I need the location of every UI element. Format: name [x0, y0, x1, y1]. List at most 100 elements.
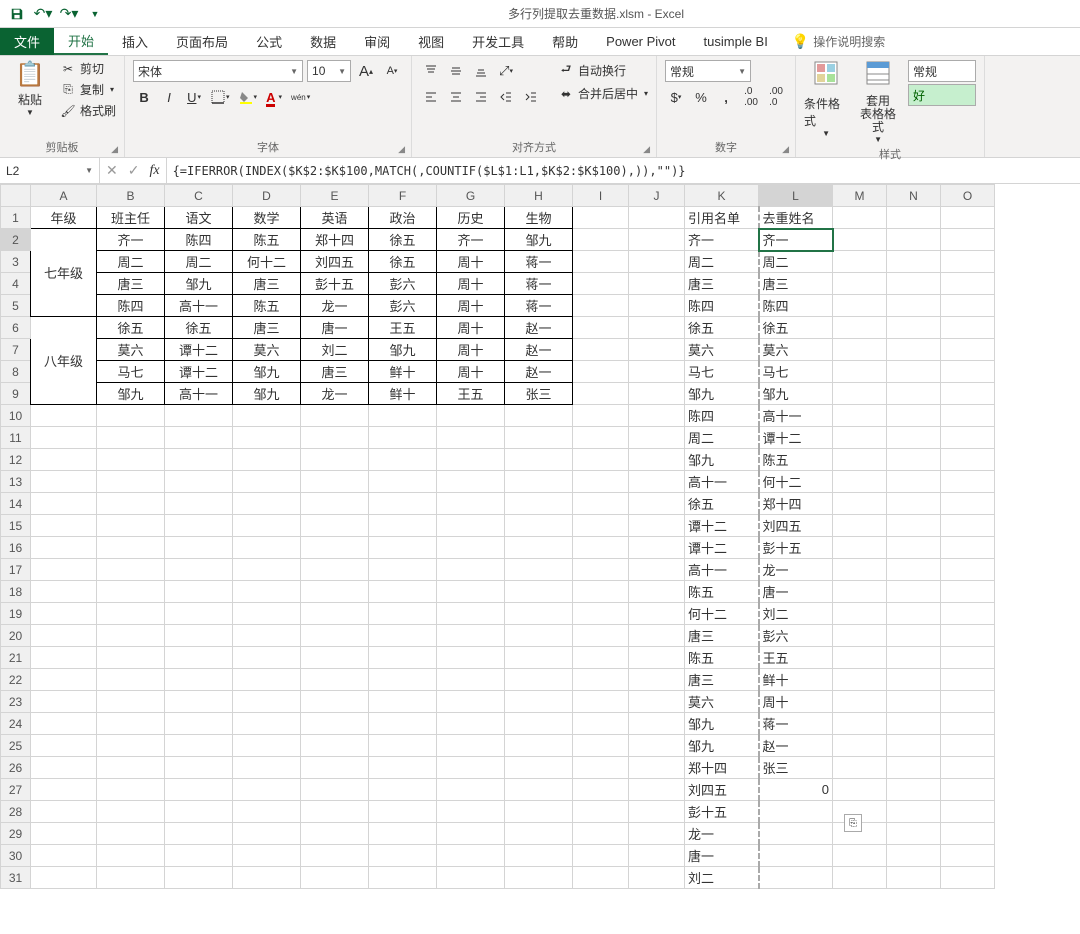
cell[interactable]: 赵一: [505, 317, 573, 339]
cell[interactable]: 莫六: [233, 339, 301, 361]
cell[interactable]: [833, 295, 887, 317]
cell[interactable]: [887, 295, 941, 317]
cell[interactable]: [573, 449, 629, 471]
cell[interactable]: [301, 537, 369, 559]
cell[interactable]: [97, 493, 165, 515]
cell[interactable]: [573, 603, 629, 625]
cell[interactable]: [505, 867, 573, 889]
cell[interactable]: 鲜十: [369, 361, 437, 383]
cell[interactable]: [165, 493, 233, 515]
cell[interactable]: [301, 559, 369, 581]
cell[interactable]: 周十: [437, 273, 505, 295]
cell[interactable]: 唐三: [685, 273, 759, 295]
style-normal[interactable]: 常规: [908, 60, 976, 82]
cell[interactable]: [437, 625, 505, 647]
cell[interactable]: [887, 207, 941, 229]
cell[interactable]: 张三: [505, 383, 573, 405]
cell[interactable]: [505, 581, 573, 603]
cell[interactable]: 蒋一: [759, 713, 833, 735]
cell[interactable]: [887, 383, 941, 405]
cell[interactable]: [97, 537, 165, 559]
tab-review[interactable]: 审阅: [350, 28, 404, 55]
cell[interactable]: [629, 317, 685, 339]
cell[interactable]: [505, 757, 573, 779]
cell[interactable]: [629, 207, 685, 229]
cell[interactable]: [887, 757, 941, 779]
column-header[interactable]: B: [97, 185, 165, 207]
cell[interactable]: 唐一: [759, 581, 833, 603]
cell[interactable]: [97, 823, 165, 845]
cell[interactable]: 谭十二: [165, 339, 233, 361]
cell[interactable]: [369, 471, 437, 493]
increase-decimal-button[interactable]: .0.00: [740, 86, 762, 108]
cell[interactable]: 徐五: [369, 229, 437, 251]
cell[interactable]: [505, 713, 573, 735]
cell[interactable]: [887, 273, 941, 295]
cell[interactable]: [887, 515, 941, 537]
cell[interactable]: [301, 449, 369, 471]
cell[interactable]: 唐一: [685, 845, 759, 867]
cell[interactable]: [573, 625, 629, 647]
cell[interactable]: [833, 625, 887, 647]
cell[interactable]: 周十: [759, 691, 833, 713]
cell[interactable]: [165, 779, 233, 801]
row-header[interactable]: 9: [1, 383, 31, 405]
cell[interactable]: [505, 493, 573, 515]
cell[interactable]: [505, 449, 573, 471]
cell[interactable]: [573, 845, 629, 867]
cell[interactable]: [887, 669, 941, 691]
cell[interactable]: [629, 823, 685, 845]
cell[interactable]: 龙一: [301, 295, 369, 317]
cell[interactable]: [759, 867, 833, 889]
name-box[interactable]: L2▼: [0, 158, 100, 183]
column-header[interactable]: L: [759, 185, 833, 207]
cell[interactable]: [573, 559, 629, 581]
cell[interactable]: [887, 735, 941, 757]
cell[interactable]: [505, 625, 573, 647]
cell[interactable]: 徐五: [97, 317, 165, 339]
cell[interactable]: [165, 669, 233, 691]
cell[interactable]: [301, 471, 369, 493]
cell[interactable]: [573, 273, 629, 295]
cell[interactable]: 刘二: [685, 867, 759, 889]
cell[interactable]: [629, 493, 685, 515]
cell[interactable]: [31, 735, 97, 757]
cell[interactable]: 莫六: [97, 339, 165, 361]
cell[interactable]: 鲜十: [369, 383, 437, 405]
cell[interactable]: [759, 823, 833, 845]
cell[interactable]: 邹九: [759, 383, 833, 405]
cell[interactable]: 鲜十: [759, 669, 833, 691]
cell[interactable]: [301, 669, 369, 691]
cell[interactable]: [887, 317, 941, 339]
cell[interactable]: [941, 515, 995, 537]
cell[interactable]: [505, 691, 573, 713]
cell[interactable]: [629, 427, 685, 449]
cell[interactable]: [941, 845, 995, 867]
cell[interactable]: 班主任: [97, 207, 165, 229]
cell[interactable]: [233, 845, 301, 867]
cell[interactable]: [165, 823, 233, 845]
cell[interactable]: [165, 581, 233, 603]
cancel-icon[interactable]: ✕: [106, 162, 118, 179]
cell[interactable]: [941, 735, 995, 757]
cell[interactable]: [629, 713, 685, 735]
cell[interactable]: [833, 427, 887, 449]
cell[interactable]: [369, 735, 437, 757]
cell[interactable]: [437, 735, 505, 757]
cut-button[interactable]: ✂剪切: [60, 60, 116, 77]
increase-indent-button[interactable]: [520, 86, 542, 108]
column-header[interactable]: C: [165, 185, 233, 207]
cell[interactable]: [941, 273, 995, 295]
cell[interactable]: [573, 493, 629, 515]
cell[interactable]: 赵一: [759, 735, 833, 757]
cell[interactable]: [887, 845, 941, 867]
cell[interactable]: [573, 537, 629, 559]
cell[interactable]: [165, 625, 233, 647]
tab-powerpivot[interactable]: Power Pivot: [592, 28, 689, 55]
cell[interactable]: [505, 405, 573, 427]
cell[interactable]: 陈四: [165, 229, 233, 251]
comma-format-button[interactable]: ,: [715, 86, 737, 108]
cell[interactable]: [369, 449, 437, 471]
cell[interactable]: 彭十五: [759, 537, 833, 559]
cell[interactable]: [301, 515, 369, 537]
